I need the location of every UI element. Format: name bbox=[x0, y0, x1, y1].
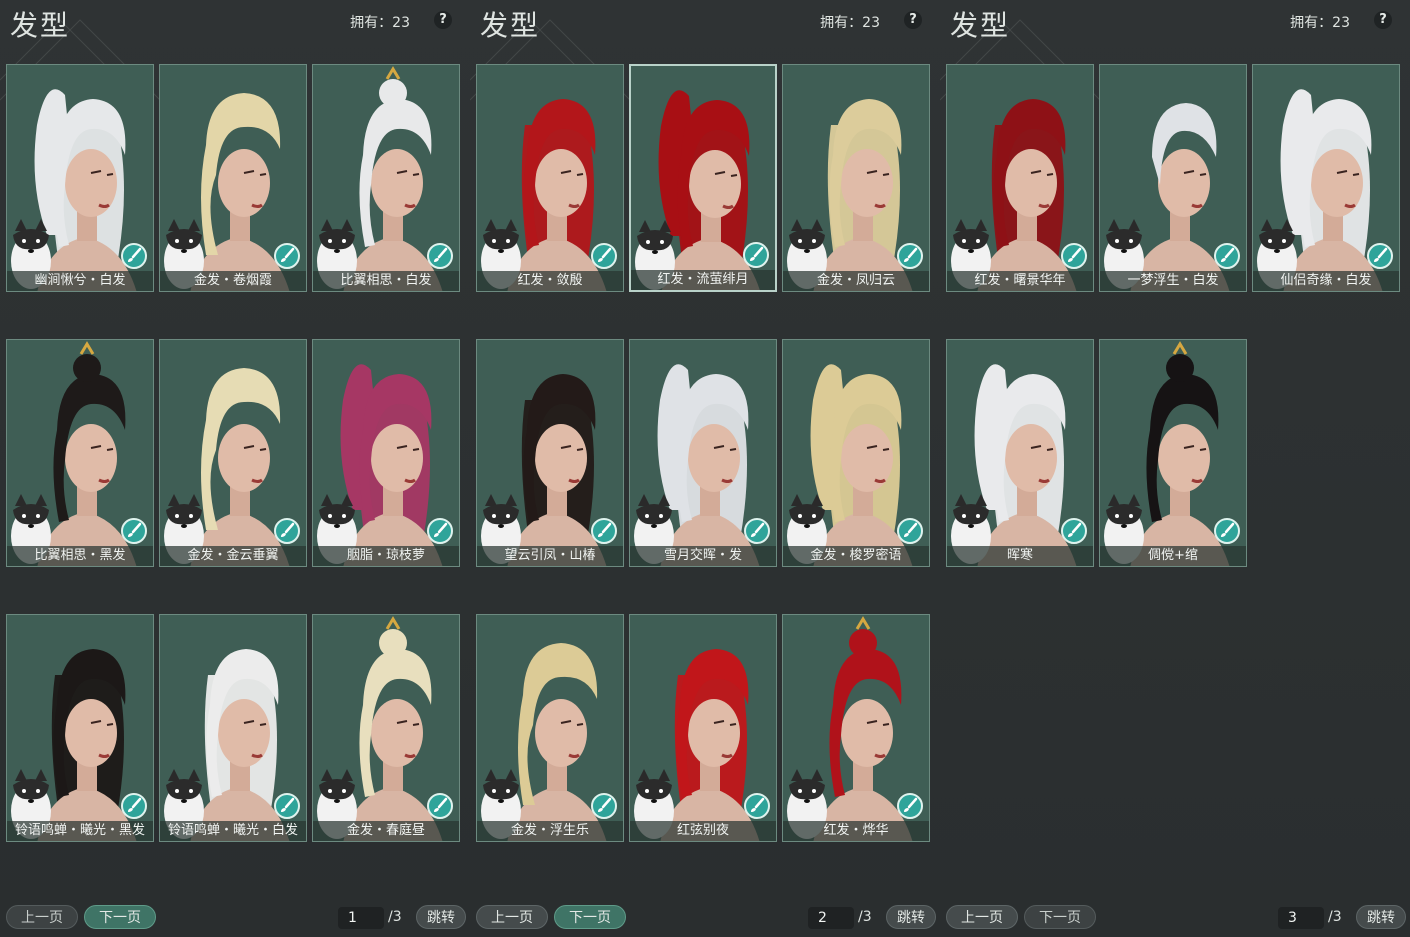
hairstyle-card[interactable]: 比翼相思・黑发 bbox=[6, 339, 154, 567]
hairstyle-card[interactable]: 胭脂・琼枝萝 bbox=[312, 339, 460, 567]
jump-button[interactable]: 跳转 bbox=[886, 905, 936, 929]
page-number-input[interactable]: 2 bbox=[808, 907, 854, 929]
hairstyle-name: 红发・烨华 bbox=[783, 821, 929, 841]
paint-brush-icon[interactable] bbox=[1061, 518, 1087, 544]
jump-button[interactable]: 跳转 bbox=[416, 905, 466, 929]
prev-page-button[interactable]: 上一页 bbox=[946, 905, 1018, 929]
hairstyle-card[interactable]: 金发・春庭昼 bbox=[312, 614, 460, 842]
page-number-input[interactable]: 3 bbox=[1278, 907, 1324, 929]
hairstyle-card[interactable]: 红发・敛殷 bbox=[476, 64, 624, 292]
hairstyle-name: 金发・浮生乐 bbox=[477, 821, 623, 841]
paint-brush-icon[interactable] bbox=[427, 793, 453, 819]
next-page-button[interactable]: 下一页 bbox=[1024, 905, 1096, 929]
hairstyle-name: 铃语鸣蝉・曦光・白发 bbox=[160, 821, 306, 841]
hairstyle-name: 胭脂・琼枝萝 bbox=[313, 546, 459, 566]
hairstyle-name: 晖寒 bbox=[947, 546, 1093, 566]
hairstyle-name: 仙侣奇缘・白发 bbox=[1253, 271, 1399, 291]
paint-brush-icon[interactable] bbox=[274, 518, 300, 544]
paint-brush-icon[interactable] bbox=[1061, 243, 1087, 269]
question-mark-icon[interactable]: ? bbox=[1374, 11, 1392, 29]
owned-count: 拥有：23 bbox=[1290, 15, 1350, 31]
panel-title: 发型 bbox=[10, 9, 71, 42]
prev-page-button[interactable]: 上一页 bbox=[476, 905, 548, 929]
hairstyle-card[interactable]: 幽涧愀兮・白发 bbox=[6, 64, 154, 292]
hairstyle-name: 比翼相思・白发 bbox=[313, 271, 459, 291]
owned-count: 拥有：23 bbox=[820, 15, 880, 31]
hairstyle-card[interactable]: 望云引凤・山椿 bbox=[476, 339, 624, 567]
question-mark-icon[interactable]: ? bbox=[434, 11, 452, 29]
paint-brush-icon[interactable] bbox=[121, 518, 147, 544]
hairstyle-card[interactable]: 比翼相思・白发 bbox=[312, 64, 460, 292]
hairstyle-card[interactable]: 红弦别夜 bbox=[629, 614, 777, 842]
paint-brush-icon[interactable] bbox=[591, 793, 617, 819]
hairstyle-card[interactable]: 金发・卷烟霞 bbox=[159, 64, 307, 292]
hairstyle-panel-1: 发型 拥有：23? 幽涧愀兮・白发 金发・卷烟霞 比翼相思・白发比翼相思・黑发 金发・金云… bbox=[0, 0, 470, 937]
page-total: /3 bbox=[388, 909, 402, 925]
hairstyle-panel-3: 发型 拥有：23? 红发・曙景华年 一梦浮生・白发 仙侣奇缘・白发晖寒 倜傥+绾上一页 下一… bbox=[940, 0, 1410, 937]
hairstyle-card[interactable]: 铃语鸣蝉・曦光・白发 bbox=[159, 614, 307, 842]
hairstyle-name: 比翼相思・黑发 bbox=[7, 546, 153, 566]
hairstyle-card[interactable]: 一梦浮生・白发 bbox=[1099, 64, 1247, 292]
panel-title: 发型 bbox=[480, 9, 541, 42]
hairstyle-name: 金发・春庭昼 bbox=[313, 821, 459, 841]
hairstyle-name: 铃语鸣蝉・曦光・黑发 bbox=[7, 821, 153, 841]
next-page-button[interactable]: 下一页 bbox=[554, 905, 626, 929]
owned-count: 拥有：23 bbox=[350, 15, 410, 31]
hairstyle-card[interactable]: 铃语鸣蝉・曦光・黑发 bbox=[6, 614, 154, 842]
paint-brush-icon[interactable] bbox=[1214, 518, 1240, 544]
hairstyle-card[interactable]: 金发・浮生乐 bbox=[476, 614, 624, 842]
hairstyle-name: 金发・梭罗密语 bbox=[783, 546, 929, 566]
paint-brush-icon[interactable] bbox=[591, 518, 617, 544]
paint-brush-icon[interactable] bbox=[121, 793, 147, 819]
paint-brush-icon[interactable] bbox=[427, 518, 453, 544]
hairstyle-name: 一梦浮生・白发 bbox=[1100, 271, 1246, 291]
hairstyle-name: 幽涧愀兮・白发 bbox=[7, 271, 153, 291]
jump-button[interactable]: 跳转 bbox=[1356, 905, 1406, 929]
paint-brush-icon[interactable] bbox=[591, 243, 617, 269]
paint-brush-icon[interactable] bbox=[744, 793, 770, 819]
hairstyle-panel-2: 发型 拥有：23? 红发・敛殷 红发・流萤绯月 金发・凤归云 望云引凤・山椿 雪月交晖・发金… bbox=[470, 0, 940, 937]
hairstyle-name: 金发・凤归云 bbox=[783, 271, 929, 291]
paint-brush-icon[interactable] bbox=[897, 793, 923, 819]
paint-brush-icon[interactable] bbox=[744, 518, 770, 544]
hairstyle-card[interactable]: 晖寒 bbox=[946, 339, 1094, 567]
hairstyle-card[interactable]: 金发・梭罗密语 bbox=[782, 339, 930, 567]
hairstyle-card[interactable]: 红发・曙景华年 bbox=[946, 64, 1094, 292]
hairstyle-card[interactable]: 雪月交晖・发 bbox=[629, 339, 777, 567]
hairstyle-name: 红发・敛殷 bbox=[477, 271, 623, 291]
hairstyle-name: 金发・金云垂翼 bbox=[160, 546, 306, 566]
paint-brush-icon[interactable] bbox=[274, 243, 300, 269]
panel-title: 发型 bbox=[950, 9, 1011, 42]
hairstyle-name: 红发・流萤绯月 bbox=[631, 270, 775, 290]
paint-brush-icon[interactable] bbox=[743, 242, 769, 268]
paint-brush-icon[interactable] bbox=[897, 518, 923, 544]
page-number-input[interactable]: 1 bbox=[338, 907, 384, 929]
question-mark-icon[interactable]: ? bbox=[904, 11, 922, 29]
paint-brush-icon[interactable] bbox=[1214, 243, 1240, 269]
hairstyle-name: 望云引凤・山椿 bbox=[477, 546, 623, 566]
paint-brush-icon[interactable] bbox=[427, 243, 453, 269]
paint-brush-icon[interactable] bbox=[274, 793, 300, 819]
hairstyle-name: 倜傥+绾 bbox=[1100, 546, 1246, 566]
hairstyle-card[interactable]: 红发・流萤绯月 bbox=[629, 64, 777, 292]
hairstyle-card[interactable]: 倜傥+绾 bbox=[1099, 339, 1247, 567]
hairstyle-card[interactable]: 金发・金云垂翼 bbox=[159, 339, 307, 567]
paint-brush-icon[interactable] bbox=[1367, 243, 1393, 269]
paint-brush-icon[interactable] bbox=[897, 243, 923, 269]
hairstyle-name: 红弦别夜 bbox=[630, 821, 776, 841]
page-total: /3 bbox=[1328, 909, 1342, 925]
prev-page-button[interactable]: 上一页 bbox=[6, 905, 78, 929]
hairstyle-card[interactable]: 红发・烨华 bbox=[782, 614, 930, 842]
hairstyle-name: 金发・卷烟霞 bbox=[160, 271, 306, 291]
hairstyle-name: 雪月交晖・发 bbox=[630, 546, 776, 566]
hairstyle-name: 红发・曙景华年 bbox=[947, 271, 1093, 291]
hairstyle-card[interactable]: 仙侣奇缘・白发 bbox=[1252, 64, 1400, 292]
page-total: /3 bbox=[858, 909, 872, 925]
paint-brush-icon[interactable] bbox=[121, 243, 147, 269]
hairstyle-card[interactable]: 金发・凤归云 bbox=[782, 64, 930, 292]
next-page-button[interactable]: 下一页 bbox=[84, 905, 156, 929]
